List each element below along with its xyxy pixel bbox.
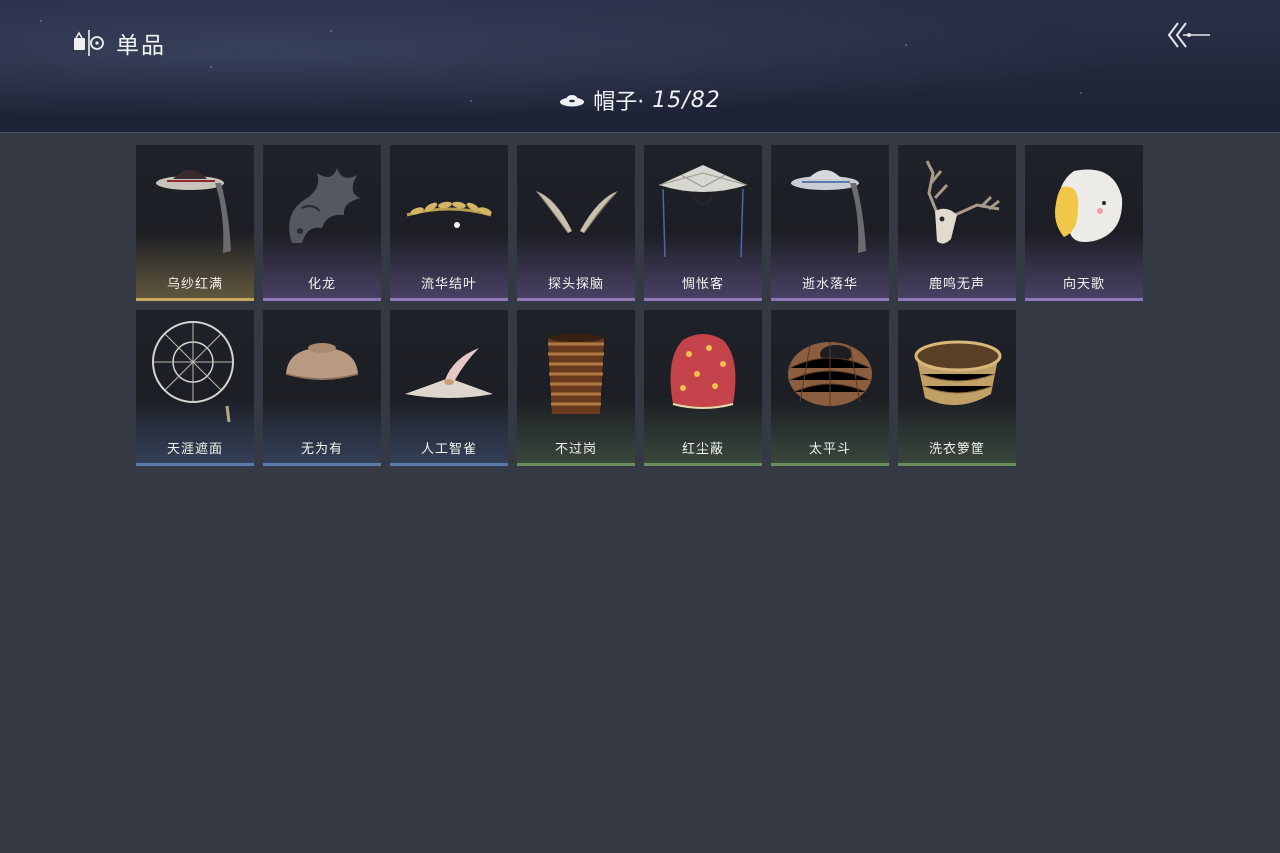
feather-antennae-icon — [536, 191, 618, 234]
rarity-bar — [390, 298, 508, 301]
item-name: 探头探脑 — [547, 277, 604, 292]
dragon-icon — [289, 168, 360, 243]
item-name: 逝水落华 — [801, 277, 858, 292]
star-decoration — [905, 44, 907, 46]
item-name: 流华结叶 — [420, 277, 477, 292]
veiled-hat-icon — [791, 170, 866, 253]
item-name: 不过岗 — [554, 442, 597, 457]
item-card[interactable]: 红尘蔽 — [644, 310, 762, 466]
wire-hat-icon — [152, 321, 234, 422]
item-name: 太平斗 — [808, 442, 851, 457]
rarity-bar — [771, 463, 889, 466]
veiled-hat-icon — [156, 170, 231, 253]
rarity-bar — [390, 463, 508, 466]
goose-hood-icon — [1055, 169, 1123, 242]
item-card[interactable]: 流华结叶 — [390, 145, 508, 301]
laundry-basket-icon — [914, 340, 1002, 406]
rarity-bar — [136, 298, 254, 301]
item-card[interactable]: 探头探脑 — [517, 145, 635, 301]
bowl-hat-icon — [285, 343, 359, 380]
item-card[interactable]: 不过岗 — [517, 310, 635, 466]
red-hood-icon — [670, 334, 736, 409]
item-card[interactable]: 天涯遮面 — [136, 310, 254, 466]
rarity-bar — [644, 463, 762, 466]
rarity-bar — [517, 463, 635, 466]
rarity-bar — [898, 463, 1016, 466]
item-name: 鹿鸣无声 — [928, 277, 985, 292]
item-card[interactable]: 逝水落华 — [771, 145, 889, 301]
star-decoration — [40, 20, 42, 22]
rarity-bar — [263, 463, 381, 466]
rarity-bar — [644, 298, 762, 301]
item-card[interactable]: 向天歌 — [1025, 145, 1143, 301]
item-card[interactable]: 鹿鸣无声 — [898, 145, 1016, 301]
item-card[interactable]: 化龙 — [263, 145, 381, 301]
star-decoration — [210, 66, 212, 68]
item-name: 向天歌 — [1062, 277, 1105, 292]
brand: 单品 — [72, 26, 166, 60]
page-title: 单品 — [116, 33, 166, 59]
rarity-bar — [517, 298, 635, 301]
bamboo-hat-icon — [658, 165, 748, 257]
item-name: 天涯遮面 — [166, 442, 223, 457]
item-name: 化龙 — [307, 277, 336, 292]
collection-icon — [74, 30, 104, 56]
item-card[interactable]: 洗衣箩筐 — [898, 310, 1016, 466]
item-card[interactable]: 无为有 — [263, 310, 381, 466]
rarity-bar — [263, 298, 381, 301]
rarity-bar — [136, 463, 254, 466]
category-heading: 帽子· 15/82 — [0, 84, 1280, 116]
item-name: 无为有 — [300, 442, 343, 457]
item-name: 红尘蔽 — [681, 442, 724, 457]
item-name: 洗衣箩筐 — [928, 442, 985, 457]
item-name: 人工智雀 — [420, 442, 477, 457]
bird-hat-icon — [405, 348, 493, 398]
woven-basket-hat-icon — [788, 342, 872, 406]
rarity-bar — [771, 298, 889, 301]
rarity-bar — [1025, 298, 1143, 301]
item-card[interactable]: 人工智雀 — [390, 310, 508, 466]
category-label: 帽子· — [593, 90, 645, 115]
header-banner: 单品 帽子· 15/82 — [0, 0, 1280, 133]
item-name: 乌纱红满 — [166, 277, 223, 292]
item-card[interactable]: 太平斗 — [771, 310, 889, 466]
rarity-bar — [898, 298, 1016, 301]
collection-count: 15/82 — [652, 87, 721, 113]
back-arrow-icon[interactable] — [1166, 18, 1212, 52]
stacked-bowls-icon — [548, 334, 604, 414]
star-decoration — [330, 30, 332, 32]
item-card[interactable]: 惆怅客 — [644, 145, 762, 301]
deer-skull-icon — [925, 160, 1000, 244]
item-name: 惆怅客 — [681, 277, 724, 292]
item-card[interactable]: 乌纱红满 — [136, 145, 254, 301]
laurel-wreath-icon — [406, 201, 492, 228]
hat-icon — [560, 95, 585, 107]
